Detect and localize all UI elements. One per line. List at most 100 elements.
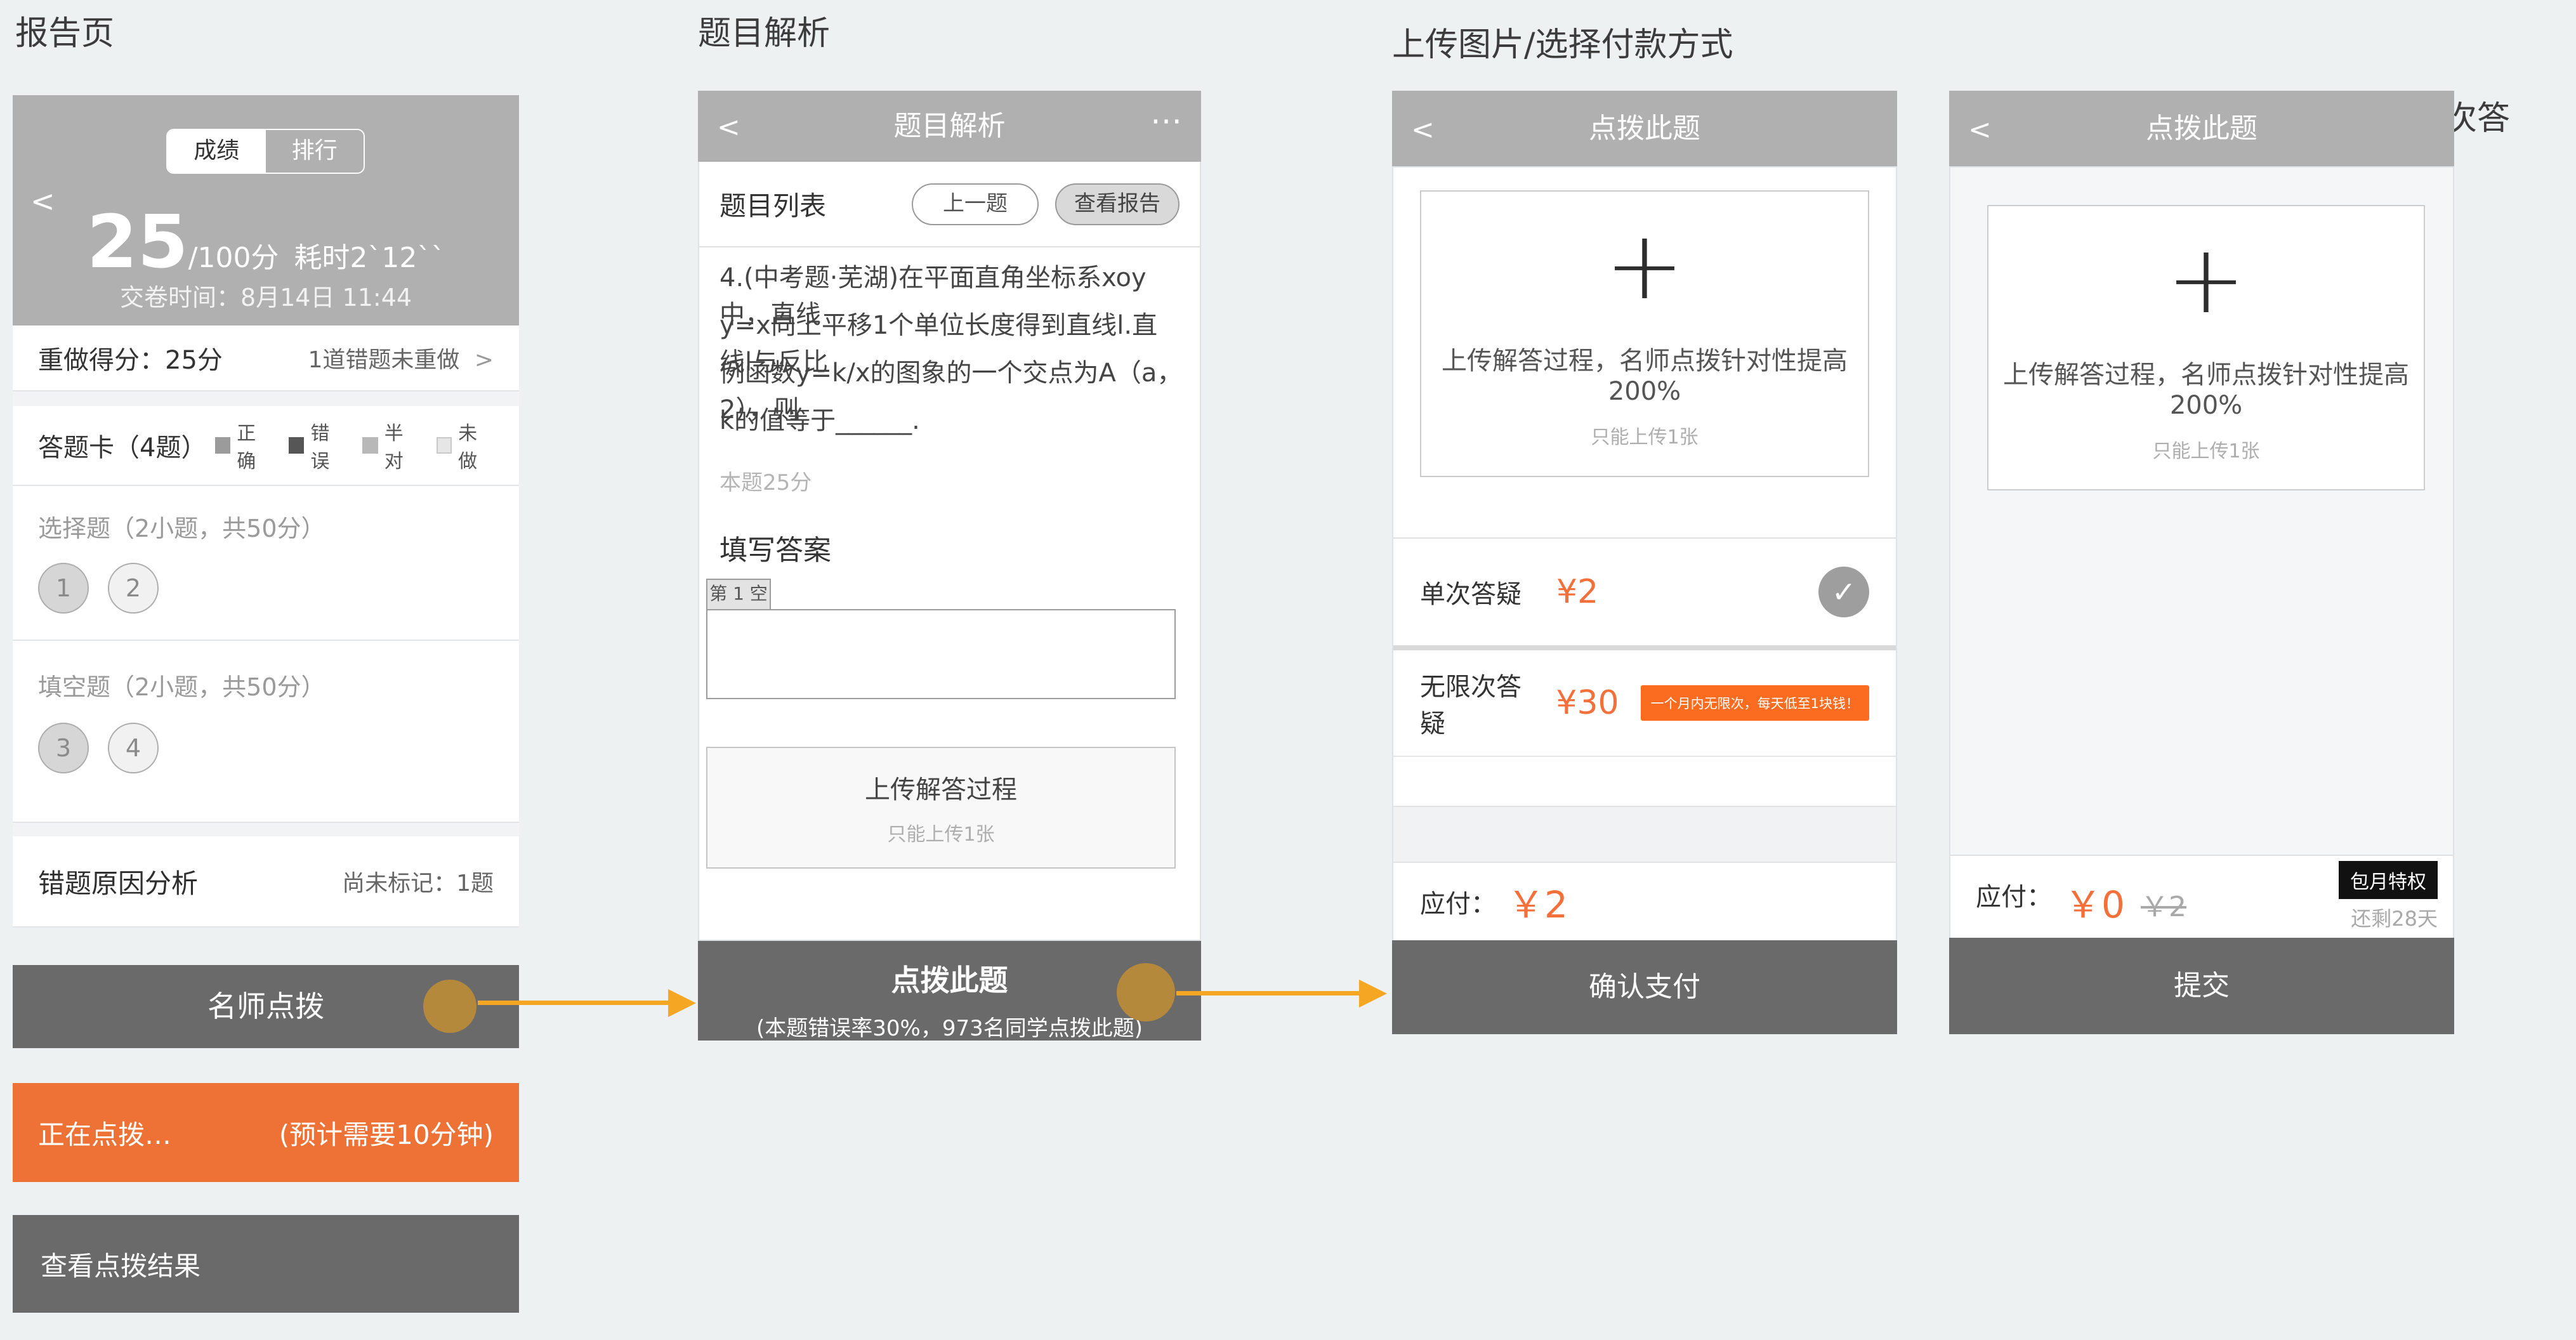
answer-card-legend: 正确 错误 半对 未做 bbox=[199, 417, 494, 473]
teacher-tips-label: 名师点拨 bbox=[207, 989, 324, 1023]
redo-score-label: 重做得分：25分 bbox=[38, 339, 223, 376]
plus-icon: + bbox=[2166, 232, 2246, 327]
upload-limit-hint: 只能上传1张 bbox=[2152, 435, 2259, 463]
flow-arrow-2-head bbox=[1359, 980, 1387, 1008]
payable-price: ￥2 bbox=[1508, 875, 1568, 928]
score-rank-toggle: 成绩 排行 bbox=[166, 129, 365, 174]
answer-input[interactable] bbox=[706, 609, 1176, 699]
redo-score-row: 重做得分：25分 1道错题未重做 > bbox=[13, 325, 519, 391]
question-text-line4: k的值等于______. bbox=[720, 400, 1183, 447]
question-circle-1[interactable]: 1 bbox=[38, 563, 89, 614]
tip-this-question-button[interactable]: 点拨此题 (本题错误率30%，973名同学点拨此题) bbox=[698, 941, 1201, 1041]
tab-rank[interactable]: 排行 bbox=[266, 130, 364, 173]
teacher-tips-button[interactable]: 名师点拨 bbox=[13, 965, 519, 1048]
question-circle-4[interactable]: 4 bbox=[108, 723, 159, 773]
legend-item-wrong: 错误 bbox=[289, 417, 346, 473]
legend-item-undone: 未做 bbox=[437, 417, 494, 473]
payment-header: < 点拨此题 bbox=[1392, 91, 1897, 166]
monthly-header: < 点拨此题 bbox=[1949, 91, 2454, 166]
more-icon[interactable]: ⋯ bbox=[1150, 102, 1182, 139]
upload-solution-box[interactable]: 上传解答过程 只能上传1张 bbox=[706, 747, 1176, 869]
redo-link[interactable]: 1道错题未重做 > bbox=[308, 341, 494, 374]
tipping-progress-eta: (预计需要10分钟) bbox=[279, 1113, 494, 1152]
option-unlimited-price: ¥30 bbox=[1556, 684, 1619, 722]
answer-card-title: 答题卡（4题） bbox=[38, 427, 199, 464]
upload-solution-box[interactable]: + 上传解答过程，名师点拨针对性提高200% 只能上传1张 bbox=[1987, 205, 2425, 490]
upload-limit-hint: 只能上传1张 bbox=[1591, 421, 1698, 449]
divider-strip bbox=[13, 391, 519, 407]
score-value: 25 bbox=[87, 200, 188, 285]
prev-question-button[interactable]: 上一题 bbox=[912, 183, 1039, 225]
confirm-pay-label: 确认支付 bbox=[1589, 971, 1700, 1003]
tab-score[interactable]: 成绩 bbox=[168, 130, 266, 173]
legend-swatch-wrong bbox=[289, 437, 304, 454]
screen-question-analysis: < 题目解析 ⋯ 题目列表 上一题 查看报告 4.(中考题·芜湖)在平面直角坐标… bbox=[698, 91, 1201, 1041]
flow-arrow-2-line bbox=[1176, 991, 1359, 995]
screen-payment: < 点拨此题 + 上传解答过程，名师点拨针对性提高200% 只能上传1张 单次答… bbox=[1392, 91, 1897, 1034]
choice-section: 选择题（2小题，共50分） 1 2 bbox=[13, 486, 519, 641]
question-circle-2[interactable]: 2 bbox=[108, 563, 159, 614]
upload-solution-box[interactable]: + 上传解答过程，名师点拨针对性提高200% 只能上传1张 bbox=[1420, 190, 1869, 477]
fill-answer-title: 填写答案 bbox=[720, 527, 831, 568]
wrong-reason-row[interactable]: 错题原因分析 尚未标记：1题 bbox=[13, 836, 519, 928]
option-divider bbox=[1393, 645, 1896, 650]
tipping-progress-label: 正在点拨… bbox=[38, 1113, 171, 1152]
legend-label-half: 半对 bbox=[384, 417, 420, 473]
legend-swatch-half bbox=[362, 437, 378, 454]
upload-promo-label: 上传解答过程，名师点拨针对性提高200% bbox=[1421, 340, 1868, 406]
flow-arrow-1-head bbox=[668, 989, 696, 1017]
legend-label-undone: 未做 bbox=[458, 417, 494, 473]
submit-button[interactable]: 提交 bbox=[1949, 938, 2454, 1034]
score-duration: 耗时2`12`` bbox=[294, 242, 445, 274]
payable-row: 应付： ￥2 bbox=[1393, 863, 1896, 940]
analysis-header: < 题目解析 ⋯ bbox=[698, 91, 1201, 162]
option-single-row[interactable]: 单次答疑 ¥2 ✓ bbox=[1393, 537, 1896, 645]
question-text: 4.(中考题·芜湖)在平面直角坐标系xoy中，直线 y=x向上平移1个单位长度得… bbox=[720, 257, 1183, 447]
blank-circles: 3 4 bbox=[38, 723, 519, 773]
flow-arrow-1-line bbox=[478, 1001, 668, 1005]
payable-price: ￥0 bbox=[2065, 875, 2125, 928]
score-line: 25/100分耗时2`12`` bbox=[13, 204, 519, 281]
chevron-right-icon: > bbox=[475, 347, 494, 373]
tipping-progress-bar[interactable]: 正在点拨… (预计需要10分钟) bbox=[13, 1083, 519, 1182]
screen-report: < 成绩 排行 25/100分耗时2`12`` 交卷时间：8月14日 11:44… bbox=[13, 95, 519, 1313]
divider-strip bbox=[1393, 806, 1896, 863]
question-circle-3[interactable]: 3 bbox=[38, 723, 89, 773]
question-text-line2: y=x向上平移1个单位长度得到直线l.直线l与反比 bbox=[720, 305, 1183, 352]
tap-indicator-dot bbox=[423, 980, 476, 1033]
payable-row: 应付： ￥0 ￥2 包月特权 还剩28天 bbox=[1950, 855, 2453, 938]
payable-old-price: ￥2 bbox=[2141, 884, 2186, 924]
question-points: 本题25分 bbox=[720, 465, 812, 496]
annotation-report-page: 报告页 bbox=[15, 13, 114, 55]
option-unlimited-row[interactable]: 无限次答疑 ¥30 一个月内无限次，每天低至1块钱！ bbox=[1393, 650, 1896, 757]
option-single-price: ¥2 bbox=[1556, 573, 1598, 611]
submit-time: 交卷时间：8月14日 11:44 bbox=[13, 278, 519, 313]
legend-swatch-correct bbox=[215, 437, 230, 454]
report-header: < 成绩 排行 25/100分耗时2`12`` 交卷时间：8月14日 11:44 bbox=[13, 95, 519, 325]
question-text-line1: 4.(中考题·芜湖)在平面直角坐标系xoy中，直线 bbox=[720, 257, 1183, 305]
view-tips-result-label: 查看点拨结果 bbox=[41, 1245, 200, 1284]
annotation-upload-payment: 上传图片/选择付款方式 bbox=[1392, 24, 1733, 66]
score-total: /100分 bbox=[188, 242, 279, 274]
confirm-pay-button[interactable]: 确认支付 bbox=[1392, 940, 1897, 1034]
monthly-privilege-badge: 包月特权 bbox=[2339, 861, 2438, 899]
view-report-button[interactable]: 查看报告 bbox=[1055, 183, 1180, 225]
annotation-question-analysis: 题目解析 bbox=[698, 13, 830, 55]
option-unlimited-label: 无限次答疑 bbox=[1420, 666, 1539, 740]
question-text-line3: 例函数y=k/x的图象的一个交点为A（a，2），则 bbox=[720, 352, 1183, 400]
selected-check-icon[interactable]: ✓ bbox=[1818, 567, 1869, 617]
blank-section: 填空题（2小题，共50分） 3 4 bbox=[13, 641, 519, 823]
screen-monthly-checkout: < 点拨此题 + 上传解答过程，名师点拨针对性提高200% 只能上传1张 应付：… bbox=[1949, 91, 2454, 1034]
redo-link-text: 1道错题未重做 bbox=[308, 347, 459, 373]
monthly-header-title: 点拨此题 bbox=[1949, 91, 2454, 166]
blank-section-title: 填空题（2小题，共50分） bbox=[13, 641, 519, 702]
analysis-header-title: 题目解析 bbox=[698, 91, 1201, 162]
legend-label-correct: 正确 bbox=[237, 417, 272, 473]
submit-label: 提交 bbox=[2174, 969, 2230, 1002]
question-list-label: 题目列表 bbox=[720, 185, 826, 223]
upload-promo-label: 上传解答过程，名师点拨针对性提高200% bbox=[1988, 354, 2424, 420]
blank-1-tab[interactable]: 第 1 空 bbox=[706, 579, 771, 609]
view-tips-result-button[interactable]: 查看点拨结果 bbox=[13, 1215, 519, 1313]
legend-item-correct: 正确 bbox=[215, 417, 272, 473]
upload-solution-hint: 只能上传1张 bbox=[887, 818, 994, 846]
